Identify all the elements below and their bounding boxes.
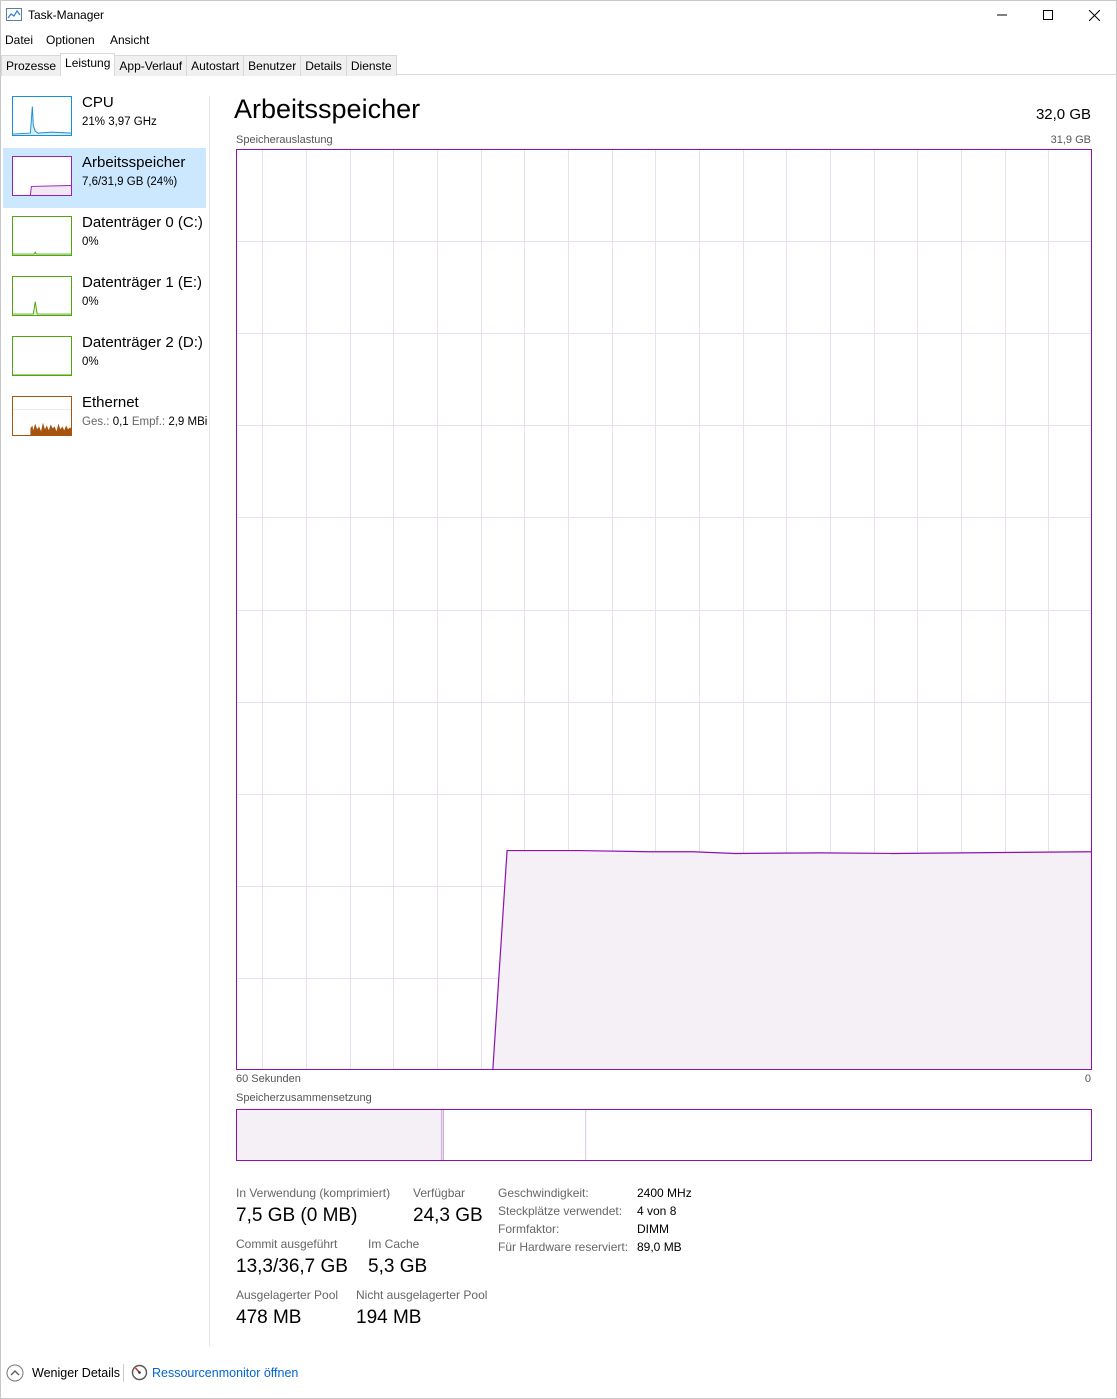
- slots-label: Steckplätze verwendet:: [498, 1204, 623, 1218]
- tab-leistung[interactable]: Leistung: [60, 53, 116, 76]
- tab-benutzer[interactable]: Benutzer: [243, 55, 302, 76]
- open-resource-monitor-link[interactable]: Ressourcenmonitor öffnen: [152, 1366, 298, 1380]
- page-title: Arbeitsspeicher: [234, 94, 421, 124]
- tab-details[interactable]: Details: [300, 55, 347, 76]
- sidebar-ethernet-sub: Ges.: 0,1 Empf.: 2,9 MBi: [82, 416, 207, 428]
- composition-free[interactable]: [586, 1109, 1092, 1161]
- close-icon: [1088, 9, 1100, 21]
- sidebar-disk-1-sub: 0%: [82, 296, 99, 308]
- composition-standby[interactable]: [444, 1109, 587, 1161]
- sidebar-disk-0-title: Datenträger 0 (C:): [82, 214, 203, 231]
- memory-thumbnail-graph: [12, 156, 72, 196]
- in-use-value: 7,5 GB (0 MB): [236, 1205, 358, 1226]
- minimize-icon: [997, 14, 1007, 16]
- disk-0-thumbnail-graph: [12, 216, 72, 256]
- speed-value: 2400 MHz: [637, 1186, 692, 1200]
- minimize-button[interactable]: [979, 0, 1025, 30]
- ethernet-thumbnail-graph: [12, 396, 72, 436]
- composition-label: Speicherzusammensetzung: [236, 1092, 372, 1104]
- close-button[interactable]: [1071, 0, 1117, 30]
- window-title: Task-Manager: [28, 8, 105, 22]
- ethernet-send-value: 0,1: [112, 416, 129, 428]
- nonpaged-pool-label: Nicht ausgelagerter Pool: [356, 1288, 488, 1302]
- paged-pool-label: Ausgelagerter Pool: [236, 1288, 339, 1302]
- sidebar-disk-2-title: Datenträger 2 (D:): [82, 334, 203, 351]
- collapse-chevron-up-icon[interactable]: [6, 1364, 24, 1382]
- memory-composition-bar: [236, 1109, 1092, 1161]
- nonpaged-pool-value: 194 MB: [356, 1307, 422, 1328]
- speed-label: Geschwindigkeit:: [498, 1186, 589, 1200]
- tab-autostart[interactable]: Autostart: [186, 55, 245, 76]
- sidebar-item-disk-0[interactable]: Datenträger 0 (C:) 0%: [3, 208, 206, 268]
- memory-usage-graph: [236, 149, 1092, 1070]
- tab-dienste[interactable]: Dienste: [345, 55, 397, 76]
- ethernet-recv-value: 2,9 MBi: [168, 416, 208, 428]
- ethernet-send-label: Ges.:: [82, 416, 110, 428]
- disk-1-thumbnail-graph: [12, 276, 72, 316]
- sidebar-item-cpu[interactable]: CPU 21% 3,97 GHz: [3, 88, 206, 148]
- sidebar-item-ethernet[interactable]: Ethernet Ges.: 0,1 Empf.: 2,9 MBi: [3, 388, 207, 448]
- graph-label: Speicherauslastung: [236, 134, 333, 146]
- form-factor-value: DIMM: [637, 1222, 669, 1236]
- menu-datei[interactable]: Datei: [5, 33, 33, 47]
- graph-time-left: 60 Sekunden: [236, 1073, 301, 1085]
- sidebar-item-disk-1[interactable]: Datenträger 1 (E:) 0%: [3, 268, 206, 328]
- ethernet-recv-label: Empf.:: [131, 416, 166, 428]
- graph-time-right: 0: [1084, 1073, 1091, 1085]
- disk-2-thumbnail-graph: [12, 336, 72, 376]
- sidebar-memory-sub: 7,6/31,9 GB (24%): [82, 176, 178, 188]
- menu-ansicht[interactable]: Ansicht: [110, 33, 149, 47]
- maximize-button[interactable]: [1025, 0, 1071, 30]
- slots-value: 4 von 8: [637, 1204, 677, 1218]
- cache-value: 5,3 GB: [368, 1256, 428, 1277]
- composition-in-use[interactable]: [236, 1109, 442, 1161]
- sidebar-memory-title: Arbeitsspeicher: [82, 154, 186, 171]
- cache-label: Im Cache: [368, 1237, 420, 1251]
- available-value: 24,3 GB: [413, 1205, 483, 1226]
- maximize-icon: [1043, 10, 1053, 20]
- hardware-reserved-label: Für Hardware reserviert:: [498, 1240, 629, 1254]
- sidebar-disk-0-sub: 0%: [82, 236, 99, 248]
- available-label: Verfügbar: [413, 1186, 466, 1200]
- sidebar-divider: [209, 96, 210, 1346]
- sidebar-cpu-sub: 21% 3,97 GHz: [82, 116, 157, 128]
- tab-prozesse[interactable]: Prozesse: [1, 55, 62, 76]
- sidebar-ethernet-title: Ethernet: [82, 394, 139, 411]
- graph-series: [236, 849, 1092, 1070]
- sidebar-disk-1-title: Datenträger 1 (E:): [82, 274, 203, 291]
- commit-label: Commit ausgeführt: [236, 1237, 338, 1251]
- hardware-reserved-value: 89,0 MB: [637, 1240, 682, 1254]
- commit-value: 13,3/36,7 GB: [236, 1256, 348, 1277]
- menu-optionen[interactable]: Optionen: [46, 33, 95, 47]
- sidebar-item-disk-2[interactable]: Datenträger 2 (D:) 0%: [3, 328, 206, 388]
- usage-area-fill: [236, 850, 1092, 1070]
- sidebar-cpu-title: CPU: [82, 94, 114, 111]
- footer-separator: [123, 1364, 124, 1382]
- graph-max-label: 31,9 GB: [1050, 134, 1091, 146]
- form-factor-label: Formfaktor:: [498, 1222, 560, 1236]
- sidebar-item-memory[interactable]: Arbeitsspeicher 7,6/31,9 GB (24%): [3, 148, 206, 208]
- resource-monitor-icon[interactable]: [131, 1364, 148, 1381]
- cpu-thumbnail-graph: [12, 96, 72, 136]
- paged-pool-value: 478 MB: [236, 1307, 302, 1328]
- task-manager-app-icon: [6, 8, 22, 21]
- tab-app-verlauf[interactable]: App-Verlauf: [114, 55, 188, 76]
- in-use-label: In Verwendung (komprimiert): [236, 1186, 391, 1200]
- less-details-button[interactable]: Weniger Details: [32, 1366, 120, 1380]
- sidebar-disk-2-sub: 0%: [82, 356, 99, 368]
- tab-bar: Prozesse Leistung App-Verlauf Autostart …: [1, 53, 397, 76]
- memory-total: 32,0 GB: [1035, 106, 1091, 123]
